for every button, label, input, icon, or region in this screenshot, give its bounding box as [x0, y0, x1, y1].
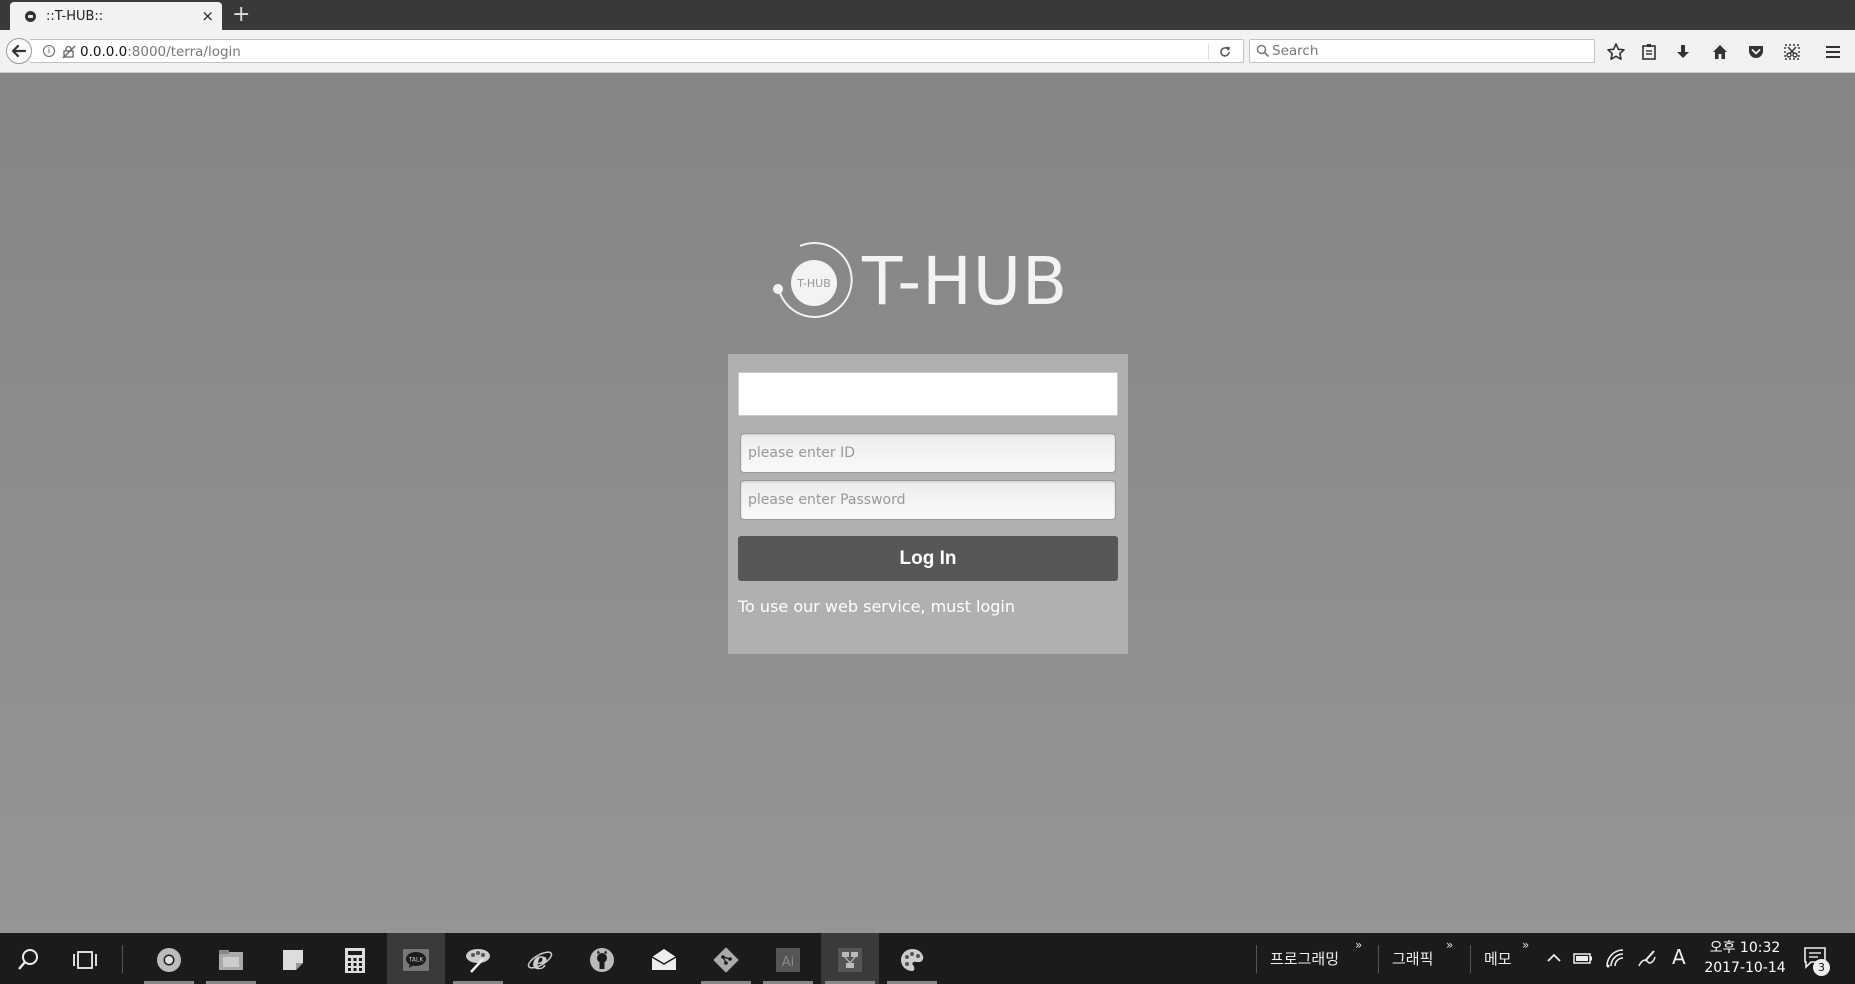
search-icon: [18, 949, 38, 970]
toolbar-graphics[interactable]: 그래픽: [1392, 948, 1433, 969]
toolbar-memo[interactable]: 메모: [1484, 948, 1512, 969]
login-note: To use our web service, must login: [738, 597, 1015, 616]
search-bar[interactable]: [1249, 39, 1595, 63]
toolbar-memo-chevron[interactable]: »: [1522, 938, 1529, 952]
paint-icon: [466, 949, 490, 973]
battery-icon[interactable]: [1572, 947, 1594, 969]
url-bar[interactable]: i 0.0.0.0:8000/terra/login: [30, 39, 1244, 63]
wifi-icon[interactable]: [1604, 947, 1626, 969]
show-hidden-icons-chevron-up-icon[interactable]: [1543, 947, 1565, 969]
toolbar-separator: [1256, 945, 1257, 973]
chrome-icon: [157, 948, 181, 972]
taskbar-separator: [122, 945, 123, 973]
taskbar-app-network-tool[interactable]: [821, 933, 879, 984]
navigation-toolbar: i 0.0.0.0:8000/terra/login: [0, 30, 1855, 73]
id-input[interactable]: [740, 433, 1116, 473]
folder-icon: [219, 950, 243, 970]
login-panel: Log In To use our web service, must logi…: [728, 354, 1128, 654]
toolbar-programming[interactable]: 프로그래밍: [1270, 948, 1339, 969]
login-button[interactable]: Log In: [738, 536, 1118, 581]
git-icon: [713, 947, 739, 973]
taskbar-app-mail[interactable]: [635, 933, 693, 984]
menu-icon[interactable]: [1823, 42, 1843, 62]
taskbar-app-calculator[interactable]: [326, 933, 384, 984]
message-box: [738, 372, 1118, 416]
input-method-indicator[interactable]: A: [1672, 945, 1686, 969]
password-input[interactable]: [740, 480, 1116, 520]
tab-title: ::T-HUB::: [46, 9, 104, 24]
toolbar-separator: [1470, 945, 1471, 973]
palette-icon: [901, 949, 924, 971]
taskbar-app-git[interactable]: [697, 933, 755, 984]
taskbar-app-chrome[interactable]: [140, 933, 198, 984]
download-icon[interactable]: [1673, 42, 1693, 62]
back-arrow-icon: [11, 44, 27, 58]
favicon-icon: [25, 11, 36, 22]
network-diagram-icon: [838, 948, 862, 972]
page-content: T-HUB T-HUB Log In To use our web servic…: [0, 73, 1855, 933]
back-button[interactable]: [6, 38, 32, 64]
pen-workspace-icon[interactable]: [1636, 947, 1658, 969]
illustrator-icon: Ai: [776, 948, 800, 972]
github-icon: [590, 948, 614, 972]
svg-text:TALK: TALK: [408, 957, 425, 964]
logo-mark: T-HUB: [773, 241, 853, 318]
clock-date[interactable]: 2017-10-14: [1700, 960, 1790, 976]
taskbar: TALK e Ai 프로그래밍 » 그래픽 » 메모 » A 오후 10:32 …: [0, 933, 1855, 984]
search-input[interactable]: [1272, 42, 1582, 60]
tab-thub[interactable]: ::T-HUB:: ×: [10, 2, 222, 30]
taskbar-app-file-explorer[interactable]: [202, 933, 260, 984]
reading-list-icon[interactable]: [1639, 42, 1659, 62]
svg-text:e: e: [532, 946, 547, 975]
taskbar-app-sticky-notes[interactable]: [264, 933, 322, 984]
thub-logo: T-HUB T-HUB: [764, 233, 1084, 323]
screenshot-icon[interactable]: [1782, 42, 1802, 62]
notification-count-badge: 3: [1813, 959, 1830, 976]
mail-icon: [651, 949, 677, 970]
insecure-connection-icon: [62, 45, 76, 59]
logo-wordmark: T-HUB: [862, 243, 1069, 320]
tab-bar: ::T-HUB:: × +: [0, 0, 1855, 30]
internet-explorer-icon: e: [527, 946, 553, 975]
chat-talk-icon: TALK: [403, 949, 429, 971]
taskbar-app-github[interactable]: [573, 933, 631, 984]
taskbar-app-internet-explorer[interactable]: e: [511, 933, 569, 984]
calculator-icon: [345, 948, 365, 973]
taskbar-app-paint-tool[interactable]: [883, 933, 941, 984]
taskbar-app-paint[interactable]: [449, 933, 507, 984]
logo-mark-text: T-HUB: [796, 277, 831, 290]
svg-text:Ai: Ai: [782, 955, 795, 970]
close-tab-icon[interactable]: ×: [201, 7, 214, 25]
toolbar-separator: [1378, 945, 1379, 973]
toolbar-programming-chevron[interactable]: »: [1355, 938, 1362, 952]
info-icon[interactable]: i: [43, 45, 55, 57]
task-view-icon: [73, 951, 97, 969]
url-divider: [1208, 44, 1209, 60]
bookmark-star-icon[interactable]: [1606, 42, 1626, 62]
url-path: :8000/terra/login: [127, 44, 241, 60]
url-host: 0.0.0.0: [80, 44, 128, 60]
search-icon: [1256, 44, 1270, 58]
pocket-icon[interactable]: [1746, 42, 1766, 62]
toolbar-graphics-chevron[interactable]: »: [1446, 938, 1453, 952]
home-icon[interactable]: [1710, 42, 1730, 62]
taskbar-app-illustrator[interactable]: Ai: [759, 933, 817, 984]
clock-time[interactable]: 오후 10:32: [1700, 937, 1790, 957]
taskbar-search-button[interactable]: [0, 933, 58, 984]
sticky-note-icon: [283, 950, 303, 970]
new-tab-button[interactable]: +: [232, 2, 250, 28]
task-view-button[interactable]: [56, 933, 114, 984]
taskbar-app-kakaotalk[interactable]: TALK: [387, 933, 445, 984]
reload-icon[interactable]: [1218, 45, 1232, 59]
url-text[interactable]: 0.0.0.0:8000/terra/login: [80, 44, 241, 60]
